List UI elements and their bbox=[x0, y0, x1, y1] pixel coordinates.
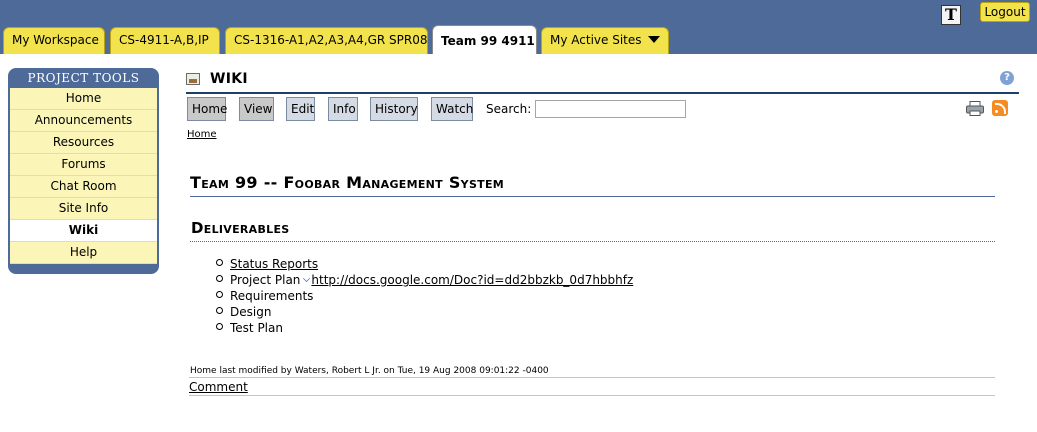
edit-button[interactable]: Edit bbox=[286, 97, 315, 121]
breadcrumb[interactable]: Home bbox=[187, 129, 217, 140]
section-heading: Deliverables bbox=[191, 219, 290, 237]
list-item: Status Reports bbox=[216, 256, 633, 272]
list-item: Design bbox=[216, 304, 633, 320]
help-icon[interactable]: ? bbox=[1000, 71, 1014, 85]
print-icon[interactable] bbox=[966, 101, 984, 116]
tool-title: WIKI bbox=[210, 71, 248, 87]
project-plan-link[interactable]: http://docs.google.com/Doc?id=dd2bbzkb_0… bbox=[311, 273, 633, 287]
text-size-icon[interactable]: T bbox=[941, 5, 961, 25]
comment-link[interactable]: Comment bbox=[189, 380, 248, 394]
section-divider bbox=[190, 241, 995, 242]
top-banner: My Workspace CS-4911-A,B,IP CS-1316-A1,A… bbox=[0, 0, 1037, 54]
tool-item-resources[interactable]: Resources bbox=[10, 132, 157, 154]
watch-button[interactable]: Watch bbox=[431, 97, 473, 121]
list-item: Project Plan http://docs.google.com/Doc?i… bbox=[216, 272, 633, 288]
tool-item-site-info[interactable]: Site Info bbox=[10, 198, 157, 220]
title-divider bbox=[186, 92, 1019, 94]
page-title-divider bbox=[190, 196, 995, 197]
tool-item-chat-room[interactable]: Chat Room bbox=[10, 176, 157, 198]
project-tools-menu: PROJECT TOOLS Home Announcements Resourc… bbox=[8, 68, 159, 274]
tool-item-help[interactable]: Help bbox=[10, 242, 157, 264]
search-label: Search: bbox=[486, 102, 532, 116]
tool-item-wiki[interactable]: Wiki bbox=[10, 220, 157, 242]
project-tools-title: PROJECT TOOLS bbox=[8, 68, 159, 88]
deliverables-list: Status Reports Project Plan http://docs.g… bbox=[216, 256, 633, 336]
tab-cs-4911[interactable]: CS-4911-A,B,IP bbox=[110, 27, 220, 54]
tab-team-99-4911[interactable]: Team 99 4911 bbox=[432, 25, 537, 54]
project-plan-label: Project Plan bbox=[230, 273, 301, 287]
tab-my-active-sites-label: My Active Sites bbox=[550, 33, 642, 47]
history-button[interactable]: History bbox=[370, 97, 418, 121]
wiki-icon bbox=[186, 73, 200, 85]
rss-icon[interactable] bbox=[992, 100, 1008, 116]
tool-item-forums[interactable]: Forums bbox=[10, 154, 157, 176]
project-tools-list: Home Announcements Resources Forums Chat… bbox=[8, 88, 159, 264]
external-link-icon bbox=[303, 275, 311, 282]
tab-my-active-sites[interactable]: My Active Sites bbox=[541, 27, 669, 54]
home-button[interactable]: Home bbox=[187, 97, 227, 121]
search-input[interactable] bbox=[535, 100, 686, 118]
page-title: Team 99 -- Foobar Management System bbox=[190, 173, 505, 192]
list-item: Test Plan bbox=[216, 320, 633, 336]
status-reports-link[interactable]: Status Reports bbox=[230, 257, 318, 271]
tab-my-workspace[interactable]: My Workspace bbox=[3, 27, 105, 54]
requirements-label: Requirements bbox=[230, 289, 314, 303]
view-button[interactable]: View bbox=[239, 97, 274, 121]
dropdown-caret-icon bbox=[647, 36, 660, 43]
design-label: Design bbox=[230, 305, 272, 319]
tab-cs-1316[interactable]: CS-1316-A1,A2,A3,A4,GR SPR08 bbox=[225, 27, 428, 54]
footer-divider bbox=[189, 377, 995, 378]
footer-divider-bottom bbox=[189, 395, 995, 396]
tool-item-announcements[interactable]: Announcements bbox=[10, 110, 157, 132]
list-item: Requirements bbox=[216, 288, 633, 304]
test-plan-label: Test Plan bbox=[230, 321, 283, 335]
last-modified-text: Home last modified by Waters, Robert L J… bbox=[190, 366, 549, 376]
info-button[interactable]: Info bbox=[328, 97, 358, 121]
logout-button[interactable]: Logout bbox=[980, 2, 1030, 22]
tool-item-home[interactable]: Home bbox=[10, 88, 157, 110]
project-tools-footer bbox=[8, 264, 159, 274]
